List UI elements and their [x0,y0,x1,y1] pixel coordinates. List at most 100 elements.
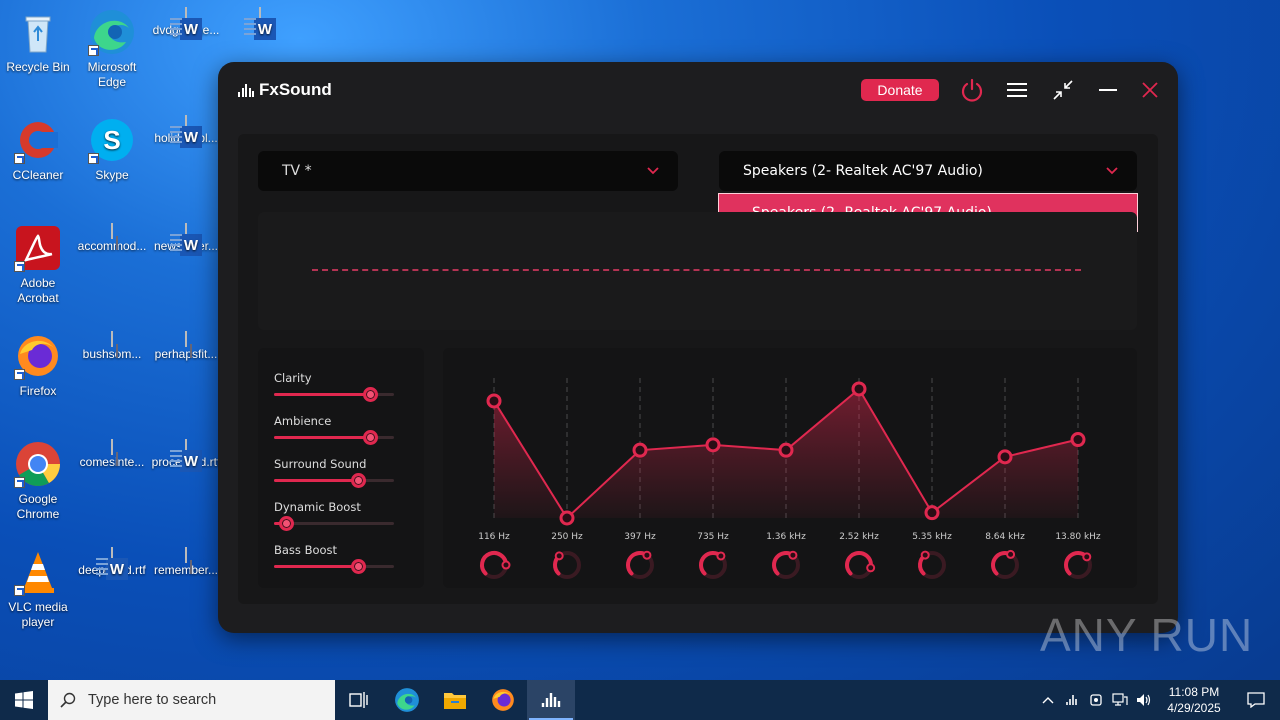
desktop-icon-recycle-bin[interactable]: Recycle Bin [0,8,76,75]
slider-knob[interactable] [351,559,366,574]
desktop-icon-label: VLC media player [8,600,68,629]
chrome-icon [14,440,62,488]
show-hidden-icons-button[interactable] [1036,680,1060,720]
output-device-dropdown[interactable]: Speakers (2- Realtek AC'97 Audio) [719,151,1137,191]
desktop-icon-vlc[interactable]: VLC media player [0,548,76,630]
eq-band-handle[interactable] [851,381,867,397]
desktop-icon-image-file[interactable]: comesinte... [74,439,150,470]
minimize-icon [1099,89,1117,91]
clock-time: 11:08 PM [1168,685,1220,699]
desktop-icon-word-document[interactable]: W deepneed.rtf [74,547,150,580]
taskbar-file-explorer[interactable] [431,680,479,720]
desktop-icon-label: Adobe Acrobat [17,276,59,305]
action-center-button[interactable] [1232,680,1280,720]
desktop-icon-microsoft-edge[interactable]: Microsoft Edge [74,8,150,90]
desktop-icon-word-document[interactable]: W holidaysbl... [148,115,224,148]
taskbar-search[interactable]: Type here to search [48,680,335,720]
title-bar: FxSound Donate [218,62,1178,118]
power-button[interactable] [957,76,987,104]
taskbar-edge[interactable] [383,680,431,720]
tray-fxsound[interactable] [1060,680,1084,720]
eq-band-knob[interactable] [772,550,800,579]
effect-surround-sound: Surround Sound [274,457,394,488]
eq-band-handle[interactable] [997,449,1013,465]
word-document-icon: W [170,115,202,148]
eq-band-knob[interactable] [480,551,511,579]
desktop-icon-ccleaner[interactable]: CCleaner [0,116,76,183]
eq-band-knob[interactable] [699,551,727,579]
effect-slider[interactable] [274,387,394,402]
start-button[interactable] [0,680,48,720]
desktop-icon-image-file[interactable]: perhapsfit... [148,331,224,362]
eq-band-knob[interactable] [1064,551,1092,579]
slider-fill [274,565,358,568]
notification-icon [1247,692,1265,708]
desktop-icon-firefox[interactable]: Firefox [0,332,76,399]
system-tray: 11:08 PM 4/29/2025 [1036,680,1280,720]
tray-volume[interactable] [1132,680,1156,720]
close-button[interactable] [1135,76,1165,104]
edge-icon [88,8,136,56]
watermark-text: ANY RUN [1040,609,1254,661]
fxsound-window: FxSound Donate TV * Speakers (2- Realtek… [218,62,1178,633]
equalizer-chart[interactable] [443,348,1137,588]
taskbar-clock[interactable]: 11:08 PM 4/29/2025 [1156,684,1232,716]
effect-bass-boost: Bass Boost [274,543,394,574]
shortcut-arrow-icon [14,261,25,272]
slider-knob[interactable] [279,516,294,531]
desktop-icon-adobe-acrobat[interactable]: Adobe Acrobat [0,224,76,306]
minimize-view-button[interactable] [1048,76,1078,104]
eq-band-handle[interactable] [632,442,648,458]
menu-button[interactable] [1002,76,1032,104]
taskbar-firefox[interactable] [479,680,527,720]
slider-knob[interactable] [363,430,378,445]
image-file-icon [111,439,118,466]
minimize-button[interactable] [1093,76,1123,104]
effect-slider[interactable] [274,559,394,574]
search-placeholder: Type here to search [88,692,217,708]
effect-slider[interactable] [274,430,394,445]
effect-label: Surround Sound [274,457,367,471]
network-icon [1112,693,1128,706]
windows-logo-icon [15,691,33,709]
slider-knob[interactable] [351,473,366,488]
tray-network[interactable] [1108,680,1132,720]
fxsound-bars-icon [541,693,561,707]
desktop-icon-image-file[interactable]: bushsom... [74,331,150,362]
firefox-icon [492,689,514,711]
eq-band-handle[interactable] [1070,432,1086,448]
desktop-icon-label: Recycle Bin [6,60,70,74]
effect-label: Dynamic Boost [274,500,361,514]
eq-band-knob[interactable] [991,549,1019,579]
desktop-icon-word-document[interactable]: W processcd.rtf [148,439,224,472]
audio-visualizer [258,212,1137,330]
desktop-icon-image-file[interactable]: remember... [148,547,224,578]
desktop-icon-word-document[interactable]: W newsletter... [148,223,224,256]
desktop-icon-label: Microsoft Edge [87,60,137,89]
slider-knob[interactable] [363,387,378,402]
tray-device[interactable] [1084,680,1108,720]
eq-band-knob[interactable] [845,551,876,579]
desktop-icon-label: Skype [95,168,129,182]
preset-dropdown[interactable]: TV * [258,151,678,191]
desktop-icon-image-file[interactable]: accommod... [74,223,150,254]
eq-band-handle[interactable] [705,437,721,453]
desktop-icon-skype[interactable]: S Skype [74,116,150,183]
task-view-button[interactable] [335,680,383,720]
eq-band-knob[interactable] [626,550,654,579]
chevron-up-icon [1042,697,1054,704]
effect-slider[interactable] [274,473,394,488]
eq-band-knob[interactable] [918,550,946,579]
desktop-icon-word-document[interactable]: W [222,7,298,40]
eq-band-handle[interactable] [486,393,502,409]
desktop-icon-google-chrome[interactable]: Google Chrome [0,440,76,522]
desktop-icon-word-document[interactable]: W dvdgeorge... [148,7,224,40]
eq-band-handle[interactable] [924,505,940,521]
hamburger-menu-icon [1007,83,1027,97]
eq-band-handle[interactable] [778,442,794,458]
eq-band-knob[interactable] [553,551,581,579]
taskbar-fxsound[interactable] [527,680,575,720]
eq-band-handle[interactable] [559,510,575,526]
donate-button[interactable]: Donate [861,79,939,101]
effect-slider[interactable] [274,516,394,531]
